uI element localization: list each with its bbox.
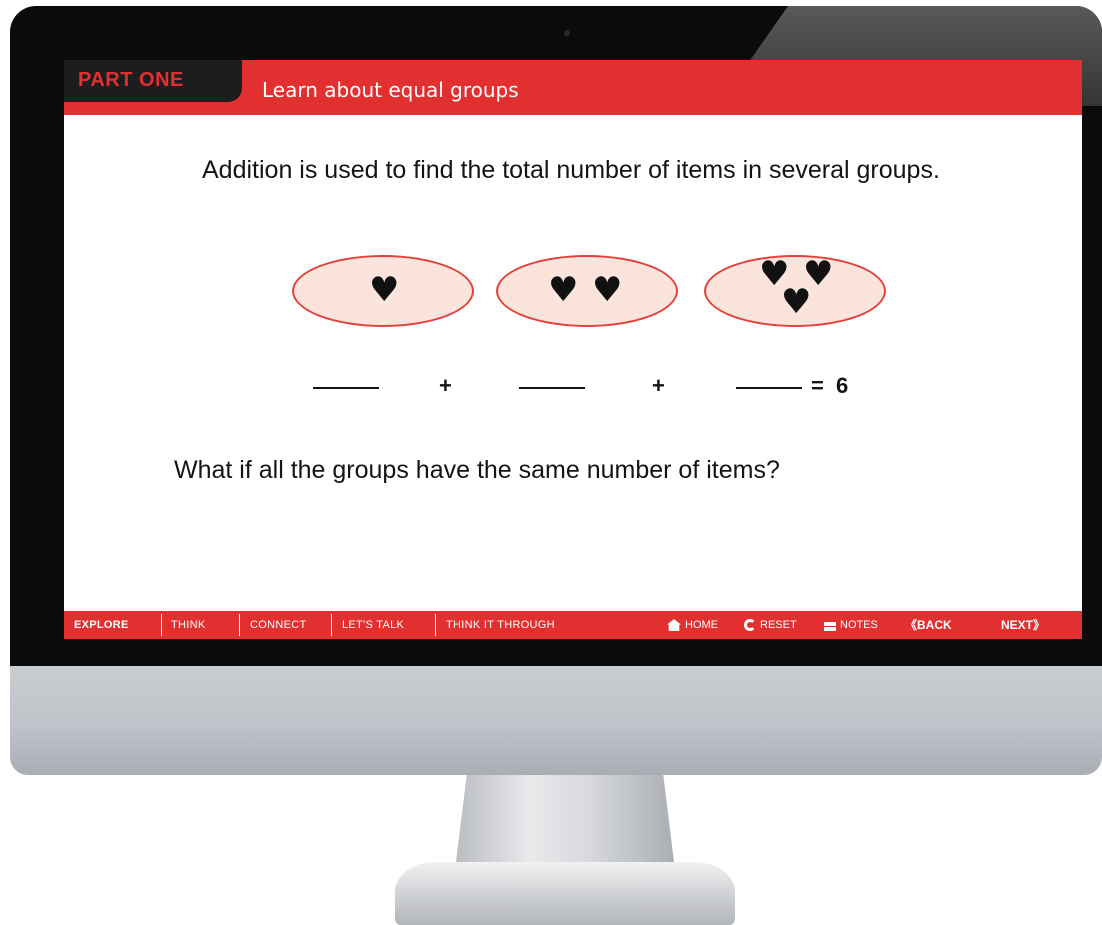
group-oval-1: ♥ — [292, 255, 474, 327]
notes-button[interactable]: NOTES — [824, 611, 878, 639]
title-bar: PART ONE Learn about equal groups — [64, 60, 1082, 115]
plus-sign-1: + — [439, 373, 452, 398]
monitor-mockup: PART ONE Learn about equal groups Additi… — [0, 0, 1102, 925]
chevron-left-icon: 《 — [905, 618, 918, 632]
tab-explore[interactable]: EXPLORE — [74, 611, 129, 639]
part-label: PART ONE — [78, 69, 184, 91]
lesson-title: Learn about equal groups — [262, 78, 519, 102]
nav-divider — [239, 614, 240, 636]
monitor-stand-base — [395, 862, 735, 925]
tab-connect[interactable]: CONNECT — [250, 611, 307, 639]
nav-divider — [161, 614, 162, 636]
home-icon — [667, 619, 681, 632]
tab-think-it-through[interactable]: THINK IT THROUGH — [446, 611, 555, 639]
intro-text: Addition is used to find the total numbe… — [202, 156, 940, 184]
equation-total: 6 — [836, 373, 849, 398]
nav-divider — [331, 614, 332, 636]
reset-icon — [744, 619, 756, 632]
answer-blank-2[interactable] — [519, 387, 585, 389]
part-tab: PART ONE — [64, 60, 242, 102]
question-text: What if all the groups have the same num… — [174, 456, 780, 484]
group-oval-2: ♥ ♥ — [496, 255, 678, 327]
group-oval-3: ♥ ♥ ♥ — [704, 255, 886, 327]
heart-icon: ♥ — [548, 270, 579, 310]
home-button[interactable]: HOME — [667, 611, 718, 639]
back-label: BACK — [917, 618, 952, 632]
lesson-screen: PART ONE Learn about equal groups Additi… — [64, 60, 1082, 639]
monitor-chin — [10, 666, 1102, 775]
heart-icon: ♥ — [369, 270, 400, 310]
equals-sign: = — [811, 373, 824, 398]
plus-sign-2: + — [652, 373, 665, 398]
heart-icon: ♥ — [592, 270, 623, 310]
answer-blank-1[interactable] — [313, 387, 379, 389]
notes-label: NOTES — [840, 619, 878, 631]
notes-icon — [824, 619, 836, 632]
next-label: NEXT — [1001, 618, 1034, 632]
reset-label: RESET — [760, 619, 797, 631]
heart-icon: ♥ — [781, 282, 812, 322]
tab-lets-talk[interactable]: LET'S TALK — [342, 611, 404, 639]
bottom-nav: EXPLORE THINK CONNECT LET'S TALK THINK I… — [64, 611, 1082, 639]
reset-button[interactable]: RESET — [744, 611, 797, 639]
home-label: HOME — [685, 619, 718, 631]
camera-icon — [564, 30, 570, 36]
back-button[interactable]: 《BACK — [905, 611, 952, 639]
monitor-stand-neck — [455, 775, 675, 870]
chevron-right-icon: 》 — [1033, 618, 1046, 632]
monitor-bezel: PART ONE Learn about equal groups Additi… — [10, 6, 1102, 666]
tab-think[interactable]: THINK — [171, 611, 206, 639]
nav-divider — [435, 614, 436, 636]
answer-blank-3[interactable] — [736, 387, 802, 389]
next-button[interactable]: NEXT》 — [1001, 611, 1045, 639]
